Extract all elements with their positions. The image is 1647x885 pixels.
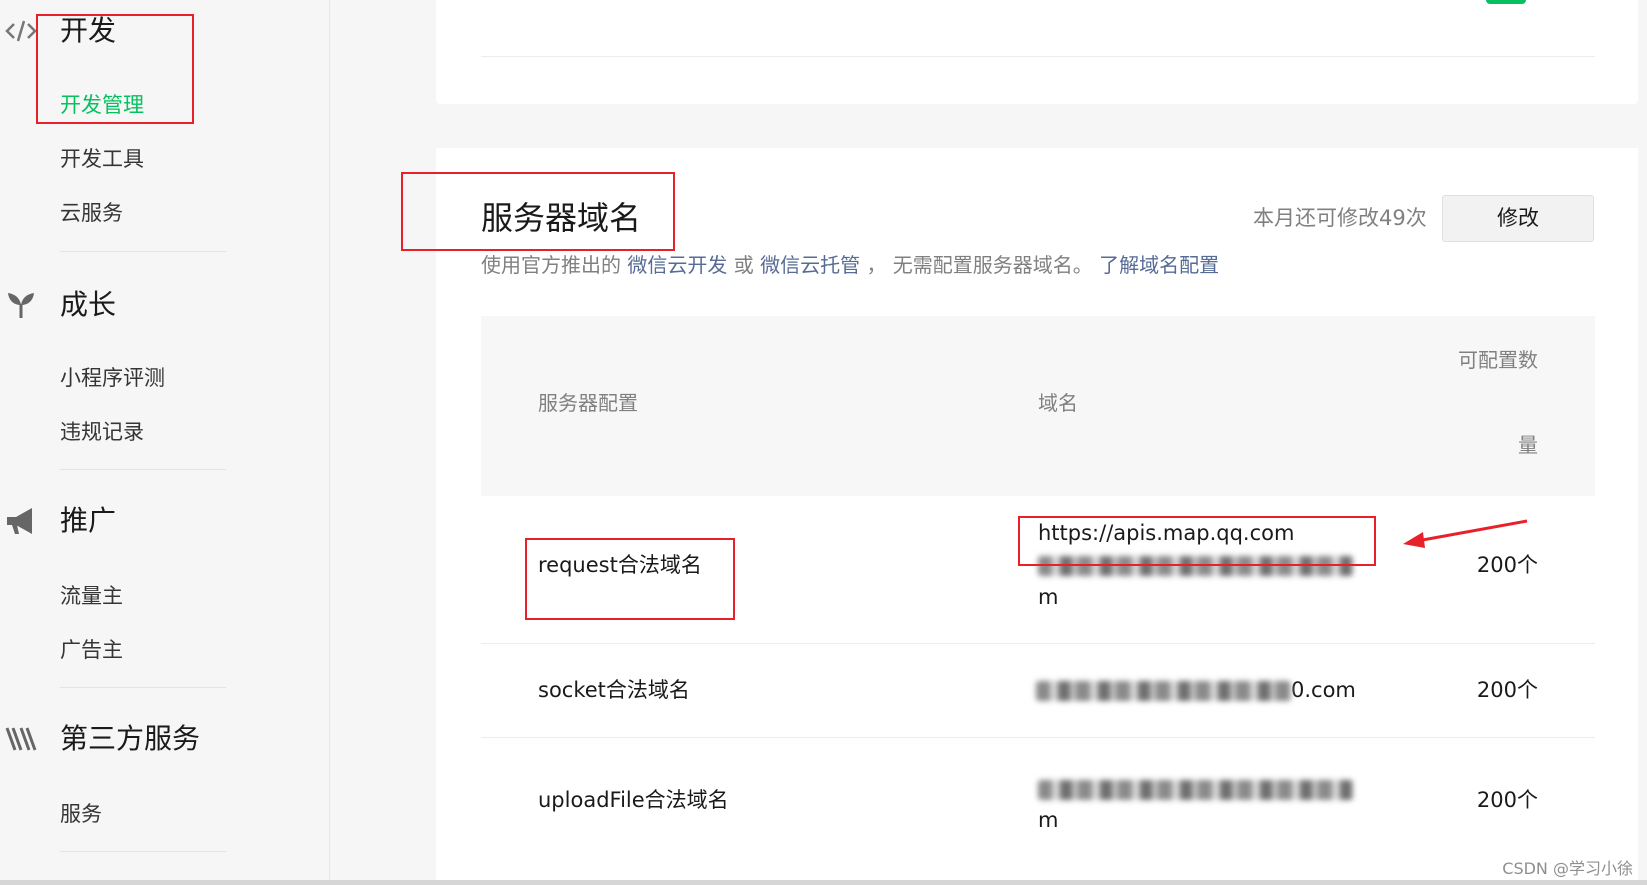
sidebar-item-services[interactable]: 服务 [60,800,102,828]
sidebar-item-evaluation[interactable]: 小程序评测 [60,364,165,392]
header-server-config: 服务器配置 [538,391,638,415]
header-domain: 域名 [1038,391,1078,415]
section-title-promotion: 推广 [60,504,117,537]
annotation-box-domain [1018,516,1376,566]
sidebar-item-advertiser[interactable]: 广告主 [60,636,123,664]
modify-quota-text: 本月还可修改49次 [1253,206,1427,230]
section-title-growth: 成长 [60,288,117,321]
sidebar-divider [60,469,226,470]
sidebar-item-cloud-service[interactable]: 云服务 [60,199,123,227]
row-domain-blurred [1038,774,1353,804]
sprout-icon [8,293,34,318]
sidebar-item-violations[interactable]: 违规记录 [60,418,144,446]
sidebar-divider [60,851,226,852]
sidebar: 开发 开发管理 开发工具 云服务 成长 小程序评测 违规记录 推广 流量主 广告… [0,0,330,885]
row-config-label: socket合法域名 [538,678,690,702]
table-row: socket合法域名 0.com 200个 [481,644,1595,738]
sidebar-item-dev-tools[interactable]: 开发工具 [60,145,144,173]
annotation-box-request [525,538,735,620]
sidebar-divider [60,251,226,252]
toggle-switch-edge[interactable] [1486,0,1526,4]
megaphone-icon [7,508,32,534]
sidebar-divider [60,687,226,688]
table-header: 服务器配置 域名 可配置数 量 [481,316,1595,496]
desc-prefix: 使用官方推出的 [481,253,621,277]
wechat-cloud-dev-link[interactable]: 微信云开发 [627,253,727,277]
card-divider [481,56,1595,57]
modify-button[interactable]: 修改 [1442,195,1594,242]
row-config-label: uploadFile合法域名 [538,788,729,812]
row-count: 200个 [1476,678,1538,702]
annotation-box-title [401,172,675,251]
desc-or: 或 [733,253,754,277]
annotation-box-dev [36,14,194,124]
header-count-line2: 量 [1518,433,1538,457]
row-domain-tail: 0.com [1291,678,1356,702]
row-domain-tail: m [1038,808,1059,832]
code-icon [5,20,37,42]
third-party-icon [5,727,37,751]
watermark: CSDN @学习小徐 [1502,859,1633,878]
wechat-cloud-hosting-link[interactable]: 微信云托管 [760,253,860,277]
header-count-line1: 可配置数 [1458,348,1538,372]
description: 使用官方推出的 微信云开发 或 微信云托管 ， 无需配置服务器域名。 了解域名配… [481,251,1219,279]
row-count: 200个 [1476,788,1538,812]
row-count: 200个 [1476,553,1538,577]
section-title-third-party: 第三方服务 [60,722,201,755]
sidebar-item-traffic-master[interactable]: 流量主 [60,582,123,610]
table-row: uploadFile合法域名 m 200个 [481,738,1595,885]
row-domain-tail: m [1038,585,1059,609]
desc-middle: ， 无需配置服务器域名。 [866,253,1093,277]
window-bottom-edge [0,880,1647,885]
previous-card [436,0,1638,104]
annotation-arrow-icon [1403,519,1528,548]
row-domain-value: 0.com [1036,675,1356,705]
learn-domain-config-link[interactable]: 了解域名配置 [1099,253,1219,277]
